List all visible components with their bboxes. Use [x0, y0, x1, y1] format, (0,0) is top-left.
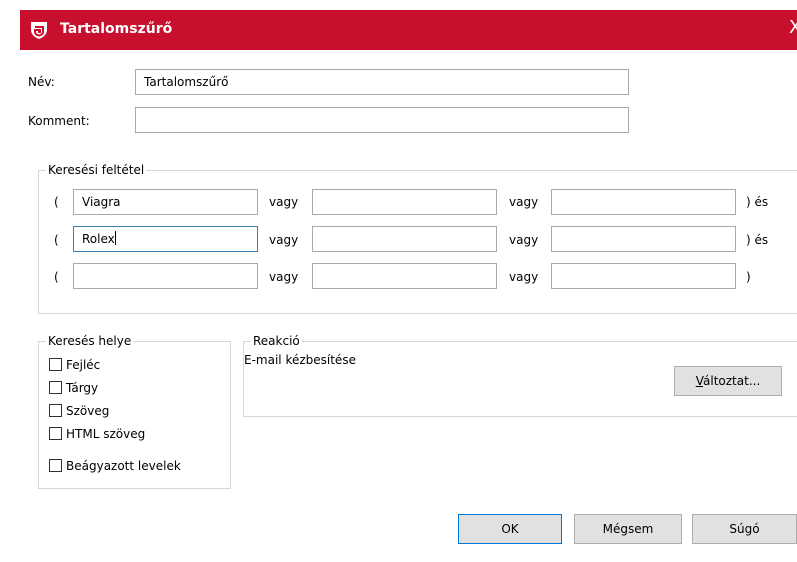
change-accel: V [695, 374, 704, 388]
comment-field[interactable] [135, 107, 629, 133]
change-rest: áltoztat... [703, 374, 761, 388]
or-label: vagy [509, 233, 539, 247]
change-button[interactable]: Változtat... [674, 366, 782, 396]
window-title: Tartalomszűrő [60, 21, 173, 37]
or-label: vagy [509, 195, 539, 209]
term-input-1-3[interactable] [551, 189, 736, 215]
term-input-3-3[interactable] [551, 263, 736, 289]
or-label: vagy [269, 195, 299, 209]
checkbox-label: Fejléc [66, 358, 101, 372]
g-data-shield-icon [31, 22, 47, 39]
term-input-2-3[interactable] [551, 226, 736, 252]
checkbox-text[interactable]: Szöveg [49, 403, 109, 419]
term-value: Rolex [82, 232, 115, 246]
checkbox-label: Szöveg [66, 404, 110, 418]
close-icon[interactable]: X [789, 17, 797, 38]
close-paren: ) [746, 270, 751, 284]
term-input-2-1[interactable]: Rolex [73, 226, 258, 252]
help-button[interactable]: Súgó [692, 514, 797, 544]
checkbox-embedded-mails[interactable]: Beágyazott levelek [49, 458, 181, 474]
search-condition-title: Keresési feltétel [46, 162, 147, 178]
comment-label: Komment: [28, 114, 90, 128]
checkbox-label: Tárgy [66, 381, 99, 395]
name-field[interactable]: Tartalomszűrő [135, 69, 629, 95]
checkbox-header[interactable]: Fejléc [49, 357, 100, 373]
or-label: vagy [509, 270, 539, 284]
checkbox-label: HTML szöveg [66, 427, 146, 441]
text-caret [114, 231, 116, 245]
reaction-value: E-mail kézbesítése [244, 353, 356, 367]
name-label: Név: [28, 75, 55, 89]
title-bar[interactable]: Tartalomszűrő X [20, 10, 797, 50]
term-input-1-2[interactable] [312, 189, 497, 215]
term-input-3-2[interactable] [312, 263, 497, 289]
close-paren-and: ) és [746, 233, 769, 247]
or-label: vagy [269, 233, 299, 247]
cancel-button[interactable]: Mégsem [574, 514, 682, 544]
checkbox-box[interactable] [49, 459, 62, 472]
checkbox-box[interactable] [49, 427, 62, 440]
term-input-3-1[interactable] [73, 263, 258, 289]
term-input-1-1[interactable]: Viagra [73, 189, 258, 215]
reaction-title: Reakció [251, 333, 302, 349]
open-paren: ( [54, 195, 59, 209]
open-paren: ( [54, 270, 59, 284]
ok-button[interactable]: OK [458, 514, 562, 544]
checkbox-box[interactable] [49, 381, 62, 394]
checkbox-html-text[interactable]: HTML szöveg [49, 426, 145, 442]
checkbox-box[interactable] [49, 358, 62, 371]
checkbox-label: Beágyazott levelek [66, 459, 181, 473]
close-paren-and: ) és [746, 195, 769, 209]
checkbox-subject[interactable]: Tárgy [49, 380, 98, 396]
search-location-title: Keresés helye [46, 333, 134, 349]
term-input-2-2[interactable] [312, 226, 497, 252]
or-label: vagy [269, 270, 299, 284]
open-paren: ( [54, 233, 59, 247]
search-location-group: Keresés helye Fejléc Tárgy Szöveg HTML s… [38, 333, 231, 489]
reaction-group: Reakció E-mail kézbesítése Változtat... [243, 333, 797, 417]
checkbox-box[interactable] [49, 404, 62, 417]
